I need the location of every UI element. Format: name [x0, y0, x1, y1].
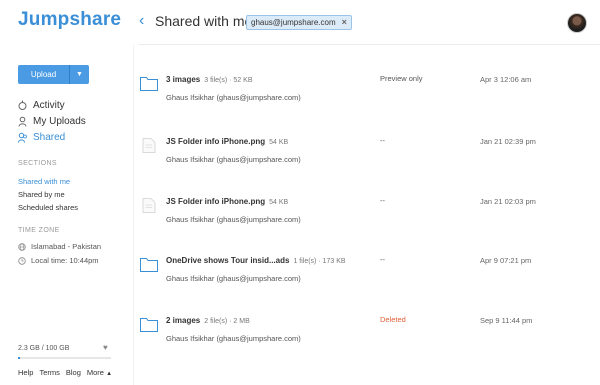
item-name[interactable]: OneDrive shows Tour insid...ads 1 file(s)…	[166, 256, 346, 265]
item-meta: 2 file(s) · 2 MB	[204, 318, 250, 325]
timezone-local-label: Local time: 10:44pm	[31, 256, 99, 265]
sidebar-item-activity[interactable]: Activity	[18, 100, 65, 111]
upload-button[interactable]: Upload ▼	[18, 65, 89, 84]
upload-button-label[interactable]: Upload	[18, 65, 69, 84]
avatar[interactable]	[567, 13, 587, 33]
item-status: --	[380, 196, 385, 205]
storage-usage: 2.3 GB / 100 GB	[18, 345, 70, 352]
section-shared-by-me[interactable]: Shared by me	[18, 190, 65, 199]
item-title: 2 images	[166, 316, 201, 325]
timezone-local-time: Local time: 10:44pm	[18, 256, 99, 265]
sections-heading: SECTIONS	[18, 160, 57, 167]
sidebar-item-label: Shared	[33, 132, 66, 143]
chevron-down-icon[interactable]: ▼	[69, 65, 89, 84]
storage-bar-fill	[18, 357, 21, 359]
item-owner: Ghaus Ifsikhar (ghaus@jumpshare.com)	[166, 274, 301, 283]
globe-icon	[18, 242, 26, 251]
item-name[interactable]: 2 images 2 file(s) · 2 MB	[166, 316, 250, 325]
item-status: --	[380, 136, 385, 145]
sidebar-item-label: Activity	[33, 100, 65, 111]
item-title: OneDrive shows Tour insid...ads	[166, 256, 290, 265]
sidebar-item-label: My Uploads	[33, 116, 86, 127]
footer-more-label: More	[86, 368, 104, 377]
chevron-left-icon[interactable]: ‹	[139, 12, 144, 30]
item-date: Apr 3 12:06 am	[480, 75, 532, 84]
close-icon[interactable]: ×	[342, 16, 347, 29]
folder-icon	[140, 318, 158, 332]
item-owner: Ghaus Ifsikhar (ghaus@jumpshare.com)	[166, 93, 301, 102]
list-item[interactable]: 3 images 3 file(s) · 52 KB Ghaus Ifsikhar…	[140, 71, 590, 107]
page-title: Shared with me	[155, 13, 253, 29]
item-date: Sep 9 11:44 pm	[480, 316, 533, 325]
list-item[interactable]: 2 images 2 file(s) · 2 MB Ghaus Ifsikhar …	[140, 312, 590, 348]
item-meta: 3 file(s) · 52 KB	[204, 77, 253, 84]
sidebar-divider	[133, 45, 134, 385]
chevron-up-icon: ▲	[106, 371, 113, 377]
item-title: JS Folder info iPhone.png	[166, 137, 266, 146]
item-owner: Ghaus Ifsikhar (ghaus@jumpshare.com)	[166, 215, 301, 224]
heart-icon[interactable]: ♥	[103, 343, 108, 352]
item-name[interactable]: 3 images 3 file(s) · 52 KB	[166, 75, 253, 84]
list-item[interactable]: OneDrive shows Tour insid...ads 1 file(s)…	[140, 252, 590, 288]
item-owner: Ghaus Ifsikhar (ghaus@jumpshare.com)	[166, 334, 301, 343]
sidebar-item-shared[interactable]: Shared	[18, 132, 65, 143]
shared-icon	[18, 132, 27, 143]
footer-terms-link[interactable]: Terms	[39, 368, 59, 377]
item-meta: 54 KB	[269, 139, 289, 146]
footer-blog-link[interactable]: Blog	[66, 368, 81, 377]
clock-icon	[18, 256, 26, 265]
item-name[interactable]: JS Folder info iPhone.png 54 KB	[166, 137, 288, 146]
folder-icon	[140, 77, 158, 91]
activity-icon	[18, 100, 27, 110]
footer-more-link[interactable]: More ▲	[87, 368, 112, 377]
section-shared-with-me[interactable]: Shared with me	[18, 177, 70, 186]
footer-links: Help Terms Blog More ▲	[18, 368, 112, 377]
item-title: JS Folder info iPhone.png	[166, 197, 266, 206]
storage-bar	[18, 357, 111, 359]
header-divider	[138, 44, 600, 45]
item-title: 3 images	[166, 75, 201, 84]
item-owner: Ghaus Ifsikhar (ghaus@jumpshare.com)	[166, 155, 301, 164]
item-status: Preview only	[380, 74, 423, 83]
list-item[interactable]: JS Folder info iPhone.png 54 KB Ghaus Ifs…	[140, 133, 590, 169]
app-logo[interactable]: Jumpshare	[18, 9, 121, 31]
footer-help-link[interactable]: Help	[18, 368, 33, 377]
item-status: --	[380, 255, 385, 264]
timezone-location: Islamabad - Pakistan	[18, 242, 101, 251]
item-name[interactable]: JS Folder info iPhone.png 54 KB	[166, 197, 288, 206]
timezone-location-label: Islamabad - Pakistan	[31, 242, 102, 251]
item-date: Apr 9 07:21 pm	[480, 256, 532, 265]
list-item[interactable]: JS Folder info iPhone.png 54 KB Ghaus Ifs…	[140, 193, 590, 229]
sidebar-item-my-uploads[interactable]: My Uploads	[18, 116, 86, 127]
file-icon	[142, 198, 156, 213]
filter-chip[interactable]: ghaus@jumpshare.com ×	[246, 15, 352, 30]
section-scheduled-shares[interactable]: Scheduled shares	[18, 203, 78, 212]
folder-icon	[140, 258, 158, 272]
user-icon	[18, 116, 27, 127]
item-meta: 54 KB	[269, 199, 289, 206]
item-date: Jan 21 02:03 pm	[480, 197, 536, 206]
timezone-heading: TIME ZONE	[18, 227, 60, 234]
file-icon	[142, 138, 156, 153]
item-date: Jan 21 02:39 pm	[480, 137, 536, 146]
filter-chip-label: ghaus@jumpshare.com	[251, 18, 336, 27]
item-meta: 1 file(s) · 173 KB	[293, 258, 346, 265]
item-status: Deleted	[380, 315, 406, 324]
